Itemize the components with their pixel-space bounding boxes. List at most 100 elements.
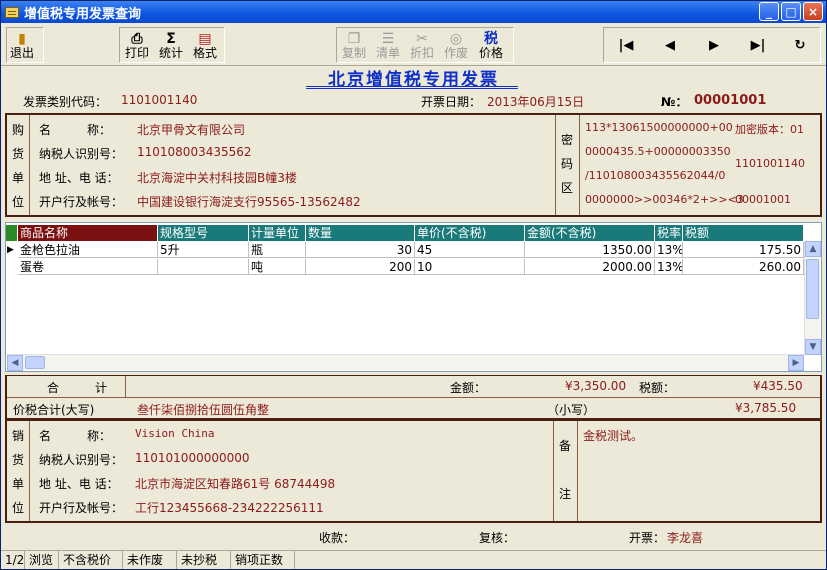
reviewer-label: 复核： — [479, 531, 516, 545]
cell-unit[interactable]: 吨 — [249, 259, 306, 275]
toolbar-group-print: ⎙ 打印 Σ 统计 ▤ 格式 — [119, 27, 225, 63]
discount-button[interactable]: ✂ 折扣 — [405, 28, 439, 62]
remarks-side-1: 备 — [558, 439, 571, 453]
exit-button[interactable]: ▮ 退出 — [7, 28, 37, 62]
cell-amount[interactable]: 1350.00 — [525, 242, 655, 258]
seller-taxid-label: 纳税人识别号： — [39, 453, 124, 467]
cell-spec[interactable] — [158, 259, 249, 275]
title-bar: 增值税专用发票查询 _ □ × — [1, 1, 826, 23]
cell-name[interactable]: 金枪色拉油 — [18, 242, 158, 258]
cell-unit[interactable]: 瓶 — [249, 242, 306, 258]
remarks-text: 金税测试。 — [583, 429, 644, 443]
cell-rate[interactable]: 13% — [655, 242, 683, 258]
vertical-scrollbar[interactable]: ▲ ▼ — [804, 241, 821, 355]
vertical-scroll-thumb[interactable] — [806, 259, 819, 319]
toolbar-group-nav: |◀ ◀ ▶ ▶| ↻ — [603, 27, 821, 63]
minimize-button[interactable]: _ — [759, 2, 779, 21]
close-button[interactable]: × — [803, 2, 823, 21]
list-icon: ☰ — [381, 30, 395, 47]
cipher-side-2: 码 — [560, 157, 573, 171]
printer-icon: ⎙ — [131, 30, 143, 47]
sum-small: ¥3,785.50 — [735, 401, 797, 415]
goods-grid[interactable]: 商品名称 规格型号 计量单位 数量 单价(不含税) 金额(不含税) 税率 税额 … — [5, 222, 822, 372]
drawer-label: 开票： — [629, 531, 666, 545]
buyer-side-1: 购 — [11, 123, 24, 137]
seller-side-1: 销 — [11, 429, 24, 443]
status-mode: 浏览 — [25, 551, 59, 569]
first-record-button[interactable]: |◀ — [604, 28, 648, 62]
void-button[interactable]: ◎ 作废 — [439, 28, 473, 62]
buyer-name: 北京甲骨文有限公司 — [137, 123, 246, 137]
scroll-right-icon[interactable]: ▶ — [788, 355, 804, 371]
cipher-side-3: 区 — [560, 181, 573, 195]
col-header-amount[interactable]: 金额(不含税) — [525, 225, 655, 241]
col-header-tax[interactable]: 税额 — [683, 225, 804, 241]
cell-qty[interactable]: 30 — [306, 242, 415, 258]
col-header-spec[interactable]: 规格型号 — [158, 225, 249, 241]
invoice-date-label: 开票日期： — [421, 95, 482, 109]
seller-box: 销 货 单 位 名 称： Vision China 纳税人识别号： 110101… — [5, 419, 822, 523]
prev-record-button[interactable]: ◀ — [648, 28, 692, 62]
invoice-no: 00001001 — [694, 93, 767, 108]
cell-price[interactable]: 45 — [415, 242, 525, 258]
col-header-name[interactable]: 商品名称 — [18, 225, 158, 241]
seller-side-3: 单 — [11, 477, 24, 491]
totals-tax-label: 税额： — [639, 381, 676, 395]
cell-rate[interactable]: 13% — [655, 259, 683, 275]
door-exit-icon: ▮ — [18, 30, 26, 47]
buyer-bank: 中国建设银行海淀支行95565-13562482 — [137, 195, 361, 209]
buyer-name-label: 名 称： — [39, 123, 112, 137]
cipher-version: 加密版本：01 — [735, 123, 804, 136]
current-row-marker: ▶ — [7, 245, 14, 255]
maximize-button[interactable]: □ — [781, 2, 801, 21]
status-void: 未作废 — [123, 551, 177, 569]
totals-tax: ¥435.50 — [753, 379, 803, 393]
cipher-code: 1101001140 — [735, 157, 805, 170]
stats-button[interactable]: Σ 统计 — [154, 28, 188, 62]
remarks-side-2: 注 — [558, 487, 571, 501]
scroll-left-icon[interactable]: ◀ — [7, 355, 23, 371]
discount-icon: ✂ — [416, 30, 428, 47]
cell-tax[interactable]: 260.00 — [683, 259, 804, 275]
col-header-qty[interactable]: 数量 — [306, 225, 415, 241]
cell-name[interactable]: 蛋卷 — [18, 259, 158, 275]
buyer-side-2: 货 — [11, 147, 24, 161]
cipher-line-4: 0000000>>00346*2+>><3 — [585, 193, 744, 206]
cell-price[interactable]: 10 — [415, 259, 525, 275]
format-icon: ▤ — [198, 30, 212, 47]
seller-name-label: 名 称： — [39, 429, 112, 443]
horizontal-scroll-thumb[interactable] — [25, 356, 45, 369]
cipher-line-1: 113*13061500000000+00 — [585, 121, 733, 134]
buyer-taxid: 110108003435562 — [137, 145, 252, 159]
col-header-price[interactable]: 单价(不含税) — [415, 225, 525, 241]
buyer-taxid-label: 纳税人识别号： — [39, 147, 124, 161]
cell-amount[interactable]: 2000.00 — [525, 259, 655, 275]
buyer-addr: 北京海淀中关村科技园B幢3楼 — [137, 171, 297, 185]
last-record-button[interactable]: ▶| — [736, 28, 780, 62]
next-record-button[interactable]: ▶ — [692, 28, 736, 62]
tax-icon: 税 — [484, 30, 498, 47]
list-button[interactable]: ☰ 清单 — [371, 28, 405, 62]
format-button[interactable]: ▤ 格式 — [188, 28, 222, 62]
copy-button[interactable]: ❐ 复制 — [337, 28, 371, 62]
grid-corner — [6, 225, 18, 241]
col-header-rate[interactable]: 税率 — [655, 225, 683, 241]
sum-words-label: 价税合计(大写) — [13, 403, 95, 417]
tax-price-button[interactable]: 税 价格 — [473, 28, 509, 62]
title-underline — [306, 86, 518, 89]
print-button[interactable]: ⎙ 打印 — [120, 28, 154, 62]
scroll-down-icon[interactable]: ▼ — [805, 339, 821, 355]
refresh-button[interactable]: ↻ — [780, 28, 820, 62]
cell-tax[interactable]: 175.50 — [683, 242, 804, 258]
horizontal-scrollbar[interactable]: ◀ ▶ — [7, 354, 804, 371]
col-header-unit[interactable]: 计量单位 — [249, 225, 306, 241]
buyer-side-3: 单 — [11, 171, 24, 185]
scroll-up-icon[interactable]: ▲ — [805, 241, 821, 257]
invoice-query-window: 增值税专用发票查询 _ □ × ▮ 退出 ⎙ 打印 Σ 统计 ▤ 格式 ❐ 复制… — [0, 0, 827, 570]
status-copy-tax: 未抄税 — [177, 551, 231, 569]
invoice-no-label: №： — [661, 95, 688, 109]
cipher-line-3: /11010800343556204​4/0 — [585, 169, 726, 182]
invoice-code: 1101001140 — [121, 93, 198, 107]
cell-spec[interactable]: 5升 — [158, 242, 249, 258]
cell-qty[interactable]: 200 — [306, 259, 415, 275]
